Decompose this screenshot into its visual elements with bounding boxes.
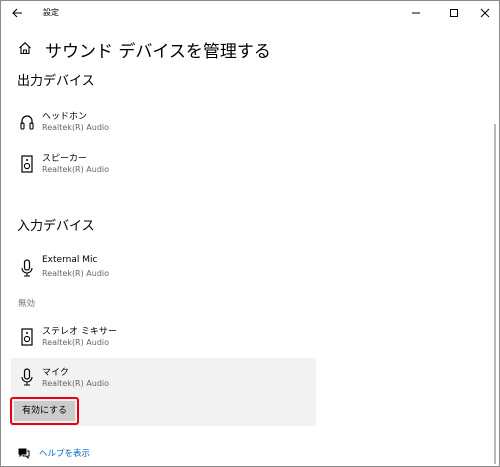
title-bar: 設定	[1, 1, 499, 25]
help-row[interactable]: ヘルプを表示	[18, 446, 138, 460]
headphones-icon	[20, 115, 34, 130]
speaker-icon	[21, 328, 33, 346]
device-driver: Realtek(R) Audio	[42, 123, 110, 132]
settings-window: 設定 サウンド デバイスを管理する 出力デバイス ヘッドホン Realtek(R…	[0, 0, 500, 467]
speaker-icon	[21, 155, 33, 173]
output-section-title: 出力デバイス	[17, 74, 95, 89]
help-chat-icon	[18, 448, 30, 459]
device-headphones[interactable]: ヘッドホン Realtek(R) Audio	[11, 104, 316, 144]
enable-button[interactable]: 有効にする	[14, 401, 75, 421]
device-driver: Realtek(R) Audio	[42, 165, 110, 174]
microphone-icon	[21, 368, 33, 386]
page-title: サウンド デバイスを管理する	[45, 42, 271, 62]
device-name: ステレオ ミキサー	[42, 327, 117, 337]
maximize-button[interactable]	[441, 3, 469, 23]
disabled-section-label: 無効	[18, 299, 36, 309]
microphone-icon	[21, 259, 33, 277]
device-external-mic[interactable]: External Mic Realtek(R) Audio	[11, 250, 316, 290]
home-icon[interactable]	[18, 41, 32, 55]
help-link[interactable]: ヘルプを表示	[39, 447, 90, 459]
close-button[interactable]	[471, 3, 499, 23]
device-name: スピーカー	[42, 154, 88, 164]
close-icon	[480, 8, 490, 18]
device-name: マイク	[42, 368, 69, 378]
device-driver: Realtek(R) Audio	[42, 379, 110, 388]
device-speaker[interactable]: スピーカー Realtek(R) Audio	[11, 146, 316, 186]
back-button[interactable]	[7, 3, 29, 23]
minimize-button[interactable]	[403, 3, 431, 23]
page-header: サウンド デバイスを管理する	[18, 36, 418, 62]
back-arrow-icon	[12, 8, 22, 18]
maximize-icon	[450, 9, 458, 17]
device-driver: Realtek(R) Audio	[42, 338, 110, 347]
scrollbar[interactable]	[494, 124, 496, 464]
device-name: External Mic	[42, 255, 98, 265]
input-section-title: 入力デバイス	[17, 219, 95, 234]
enable-button-highlight: 有効にする	[10, 397, 79, 425]
minimize-icon	[412, 12, 420, 14]
app-title: 設定	[43, 8, 59, 17]
device-name: ヘッドホン	[42, 112, 88, 122]
device-driver: Realtek(R) Audio	[42, 269, 110, 278]
device-stereo-mixer[interactable]: ステレオ ミキサー Realtek(R) Audio	[11, 319, 316, 359]
